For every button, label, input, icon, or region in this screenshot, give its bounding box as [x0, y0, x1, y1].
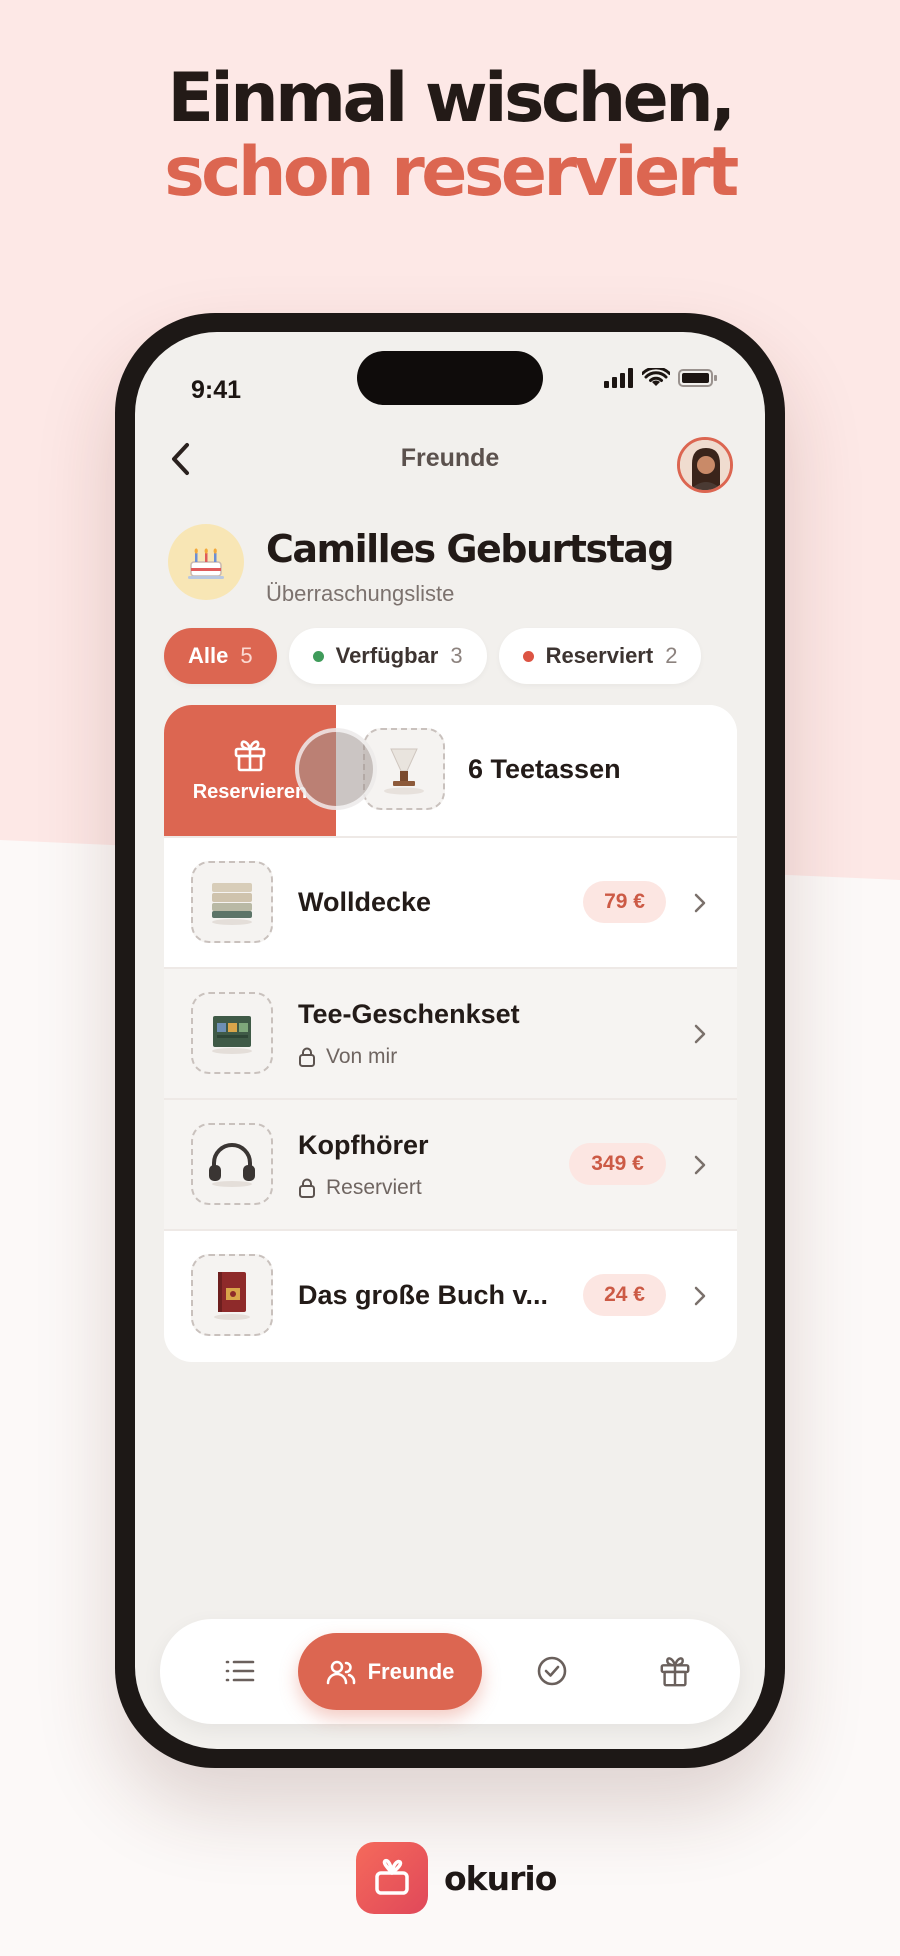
price-badge: 24 € — [583, 1274, 666, 1316]
headline-line-2: schon reserviert — [164, 133, 739, 212]
chevron-right-icon — [694, 1286, 706, 1306]
filter-chip-alle[interactable]: Alle 5 — [164, 628, 277, 684]
item-status: Reserviert — [298, 1176, 422, 1200]
signal-icon — [604, 368, 634, 393]
filter-chip-verfuegbar[interactable]: Verfügbar 3 — [288, 628, 487, 684]
gift-icon — [234, 740, 266, 772]
gift-logo-icon — [356, 1842, 428, 1914]
avatar-portrait — [680, 440, 730, 490]
reserve-label: Reservieren — [192, 781, 308, 803]
item-status-label: Von mir — [326, 1045, 398, 1068]
friends-icon — [326, 1660, 355, 1684]
tab-bar: Freunde — [160, 1619, 740, 1724]
nav-title: Freunde — [400, 444, 500, 472]
lock-icon — [299, 1178, 315, 1198]
list-item[interactable]: Tee-Geschenkset Von mir — [164, 967, 737, 1098]
headline-line-1: Einmal wischen, — [167, 59, 736, 138]
filter-label: Verfügbar — [335, 643, 439, 668]
phone-screen: 9:41 Freunde Camilles Geburtstag Überras… — [135, 332, 765, 1749]
item-title: Tee-Geschenkset — [298, 999, 520, 1029]
brand-name: okurio — [444, 1858, 557, 1898]
wifi-icon — [641, 366, 671, 393]
user-avatar[interactable] — [677, 437, 733, 493]
tab-friends[interactable]: Freunde — [298, 1633, 482, 1710]
dynamic-island — [357, 351, 543, 405]
price-badge: 349 € — [569, 1143, 666, 1185]
list-item[interactable]: Reservieren 6 Teetassen — [164, 705, 737, 836]
headphones-icon — [191, 1123, 273, 1205]
filter-chip-reserviert[interactable]: Reserviert 2 — [498, 628, 702, 684]
brand: okurio — [356, 1842, 557, 1914]
filter-count: 3 — [450, 643, 463, 668]
item-title: Das große Buch v... — [298, 1280, 549, 1310]
status-dot-red — [522, 650, 534, 662]
book-icon — [191, 1254, 273, 1336]
tab-gifts[interactable] — [645, 1641, 705, 1701]
list-item[interactable]: Wolldecke 79 € — [164, 836, 737, 967]
item-status: Von mir — [298, 1045, 397, 1069]
tab-friends-label: Freunde — [367, 1658, 455, 1684]
status-dot-green — [312, 650, 324, 662]
birthday-cake-icon — [168, 524, 244, 600]
swiped-row-content: 6 Teetassen — [336, 705, 737, 836]
event-subtitle: Überraschungsliste — [266, 581, 455, 606]
tab-list[interactable] — [210, 1641, 270, 1701]
item-title: Kopfhörer — [298, 1130, 429, 1160]
filter-label: Alle — [188, 643, 229, 668]
blanket-icon — [191, 861, 273, 943]
event-title: Camilles Geburtstag — [266, 527, 675, 571]
filter-count: 5 — [240, 643, 253, 668]
list-item[interactable]: Kopfhörer Reserviert 349 € — [164, 1098, 737, 1229]
gift-icon — [660, 1657, 690, 1687]
list-icon — [225, 1660, 255, 1682]
chevron-right-icon — [694, 1155, 706, 1175]
item-title: 6 Teetassen — [468, 754, 621, 784]
touch-indicator — [295, 728, 377, 810]
tea-box-icon — [191, 992, 273, 1074]
status-time: 9:41 — [191, 376, 242, 404]
item-title: Wolldecke — [298, 887, 432, 917]
lock-icon — [299, 1047, 315, 1067]
list-item[interactable]: Das große Buch v... 24 € — [164, 1229, 737, 1362]
filter-label: Reserviert — [545, 643, 654, 668]
price-badge: 79 € — [583, 881, 666, 923]
filter-count: 2 — [665, 643, 678, 668]
gift-list: Reservieren 6 Teetassen Wolldecke 79 € T… — [164, 705, 737, 1362]
phone-frame: 9:41 Freunde Camilles Geburtstag Überras… — [115, 313, 785, 1768]
battery-icon — [678, 368, 718, 393]
filter-chips: Alle 5 Verfügbar 3 Reserviert 2 — [164, 628, 702, 684]
tab-done[interactable] — [522, 1641, 582, 1701]
status-icons — [604, 366, 718, 393]
headline: Einmal wischen, schon reserviert — [0, 62, 900, 210]
chevron-right-icon — [694, 1024, 706, 1044]
item-status-label: Reserviert — [326, 1176, 422, 1199]
chevron-right-icon — [694, 893, 706, 913]
check-circle-icon — [537, 1656, 567, 1686]
